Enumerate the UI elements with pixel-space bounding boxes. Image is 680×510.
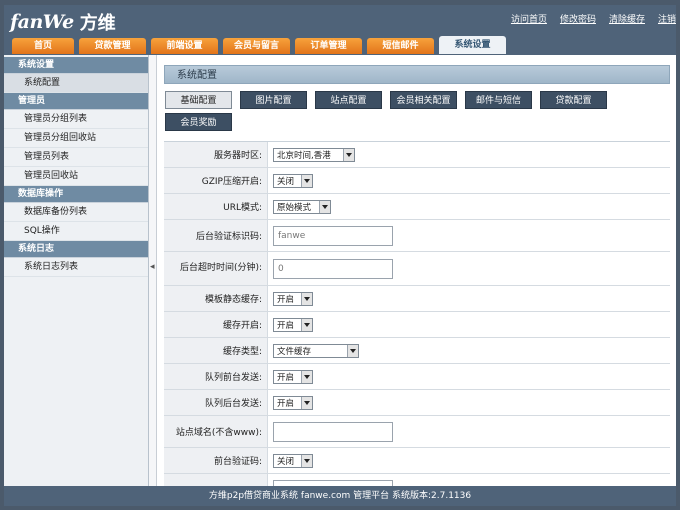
sidebar-group-system-settings[interactable]: 系统设置: [4, 57, 148, 74]
main-nav: 首页 贷款管理 前端设置 会员与留言 订单管理 短信邮件 系统设置: [12, 36, 506, 54]
collapse-sidebar-icon[interactable]: ◂: [150, 262, 155, 272]
dropdown-arrow-icon: [301, 318, 312, 331]
tab-frontend-settings[interactable]: 前端设置: [151, 38, 218, 54]
field-label: 前台验证码:: [164, 448, 268, 473]
visit-home-link[interactable]: 访问首页: [511, 12, 547, 25]
field-label: 缓存开启:: [164, 312, 268, 337]
form-row-cache-enabled: 缓存开启: 开启: [164, 312, 670, 338]
field-label: 缓存类型:: [164, 338, 268, 363]
form-row-timezone: 服务器时区: 北京时间,香港: [164, 142, 670, 168]
form-row-admin-timeout: 后台超时时间(分钟): 0: [164, 252, 670, 286]
dropdown-arrow-icon: [301, 454, 312, 467]
sidebar-item-admin-group-list[interactable]: 管理员分组列表: [4, 110, 148, 129]
sidebar-item-admin-recycle[interactable]: 管理员回收站: [4, 167, 148, 186]
queue-front-select[interactable]: 开启: [273, 369, 313, 384]
tab-basic-config[interactable]: 基础配置: [165, 91, 232, 109]
form-row-front-captcha: 前台验证码: 关闭: [164, 448, 670, 474]
field-label: 后台超时时间(分钟):: [164, 252, 268, 285]
field-label: URL模式:: [164, 194, 268, 219]
tab-site-config[interactable]: 站点配置: [315, 91, 382, 109]
sidebar-group-admins[interactable]: 管理员: [4, 93, 148, 110]
tab-loan-management[interactable]: 贷款管理: [79, 38, 146, 54]
tab-member-config[interactable]: 会员相关配置: [390, 91, 457, 109]
page-title: 系统配置: [164, 65, 670, 84]
form-row-queue-back: 队列后台发送: 开启: [164, 390, 670, 416]
form-row-admin-auth-code: 后台验证标识码: fanwe: [164, 220, 670, 252]
tab-system-settings[interactable]: 系统设置: [439, 36, 506, 54]
dropdown-arrow-icon: [343, 148, 354, 161]
logo-text-zh: 方维: [79, 13, 116, 34]
field-label: GZIP压缩开启:: [164, 168, 268, 193]
field-label: 后台验证标识码:: [164, 220, 268, 251]
field-label: 服务器时区:: [164, 142, 268, 167]
dropdown-arrow-icon: [301, 396, 312, 409]
form-row-site-domain: 站点域名(不含www):: [164, 416, 670, 448]
site-domain-input[interactable]: [273, 421, 393, 442]
tab-order-management[interactable]: 订单管理: [295, 38, 362, 54]
form-row-template-cache: 模板静态缓存: 开启: [164, 286, 670, 312]
admin-auth-code-input[interactable]: fanwe: [273, 225, 393, 246]
gzip-select[interactable]: 关闭: [273, 173, 313, 188]
clear-cache-link[interactable]: 清除缓存: [609, 12, 645, 25]
form-row-gzip: GZIP压缩开启: 关闭: [164, 168, 670, 194]
sidebar-item-system-config[interactable]: 系统配置: [4, 74, 148, 93]
footer: 方维p2p借贷商业系统 fanwe.com 管理平台 系统版本:2.7.1136: [4, 486, 676, 506]
template-cache-select[interactable]: 开启: [273, 291, 313, 306]
sidebar-group-system-log[interactable]: 系统日志: [4, 241, 148, 258]
sidebar-item-db-backup-list[interactable]: 数据库备份列表: [4, 203, 148, 222]
field-label: 队列后台发送:: [164, 390, 268, 415]
field-label: 站点域名(不含www):: [164, 416, 268, 447]
cache-enabled-select[interactable]: 开启: [273, 317, 313, 332]
field-label: 队列前台发送:: [164, 364, 268, 389]
dropdown-arrow-icon: [301, 174, 312, 187]
change-password-link[interactable]: 修改密码: [560, 12, 596, 25]
sidebar-item-sql-operation[interactable]: SQL操作: [4, 222, 148, 241]
top-links: 访问首页 修改密码 清除缓存 注销: [511, 12, 676, 25]
queue-back-select[interactable]: 开启: [273, 395, 313, 410]
sidebar: 系统设置 系统配置 管理员 管理员分组列表 管理员分组回收站 管理员列表 管理员…: [4, 55, 149, 486]
form-row-queue-front: 队列前台发送: 开启: [164, 364, 670, 390]
form-row-url-mode: URL模式: 原始模式: [164, 194, 670, 220]
tab-loan-config[interactable]: 贷款配置: [540, 91, 607, 109]
logo-text-en: fanWe: [10, 11, 74, 33]
tab-sms-email[interactable]: 短信邮件: [367, 38, 434, 54]
sidebar-item-admin-list[interactable]: 管理员列表: [4, 148, 148, 167]
config-form: 服务器时区: 北京时间,香港 GZIP压缩开启: 关闭 URL模式: 原始模式 …: [164, 141, 670, 486]
header: fanWe 方维 访问首页 修改密码 清除缓存 注销 首页 贷款管理 前端设置 …: [4, 5, 676, 55]
field-label: 模板静态缓存:: [164, 286, 268, 311]
dropdown-arrow-icon: [301, 292, 312, 305]
sidebar-splitter: ◂: [149, 55, 157, 486]
config-tabs: 基础配置 图片配置 站点配置 会员相关配置 邮件与短信 贷款配置 会员奖励: [165, 91, 665, 131]
main-content: 系统配置 基础配置 图片配置 站点配置 会员相关配置 邮件与短信 贷款配置 会员…: [158, 55, 676, 486]
form-row-cache-type: 缓存类型: 文件缓存: [164, 338, 670, 364]
tab-home[interactable]: 首页: [12, 38, 74, 54]
dropdown-arrow-icon: [301, 370, 312, 383]
fanwe-logo: fanWe 方维: [10, 11, 116, 34]
sidebar-item-admin-group-recycle[interactable]: 管理员分组回收站: [4, 129, 148, 148]
dropdown-arrow-icon: [347, 344, 358, 357]
admin-timeout-input[interactable]: 0: [273, 258, 393, 279]
dropdown-arrow-icon: [319, 200, 330, 213]
tab-member-rewards[interactable]: 会员奖励: [165, 113, 232, 131]
timezone-select[interactable]: 北京时间,香港: [273, 147, 355, 162]
sidebar-item-system-log-list[interactable]: 系统日志列表: [4, 258, 148, 277]
field-label: [164, 474, 268, 486]
logout-link[interactable]: 注销: [658, 12, 676, 25]
tab-members-messages[interactable]: 会员与留言: [223, 38, 290, 54]
front-captcha-select[interactable]: 关闭: [273, 453, 313, 468]
tab-image-config[interactable]: 图片配置: [240, 91, 307, 109]
sidebar-group-database[interactable]: 数据库操作: [4, 186, 148, 203]
cache-type-select[interactable]: 文件缓存: [273, 343, 359, 358]
url-mode-select[interactable]: 原始模式: [273, 199, 331, 214]
tab-mail-sms[interactable]: 邮件与短信: [465, 91, 532, 109]
form-row-partial: [164, 474, 670, 486]
